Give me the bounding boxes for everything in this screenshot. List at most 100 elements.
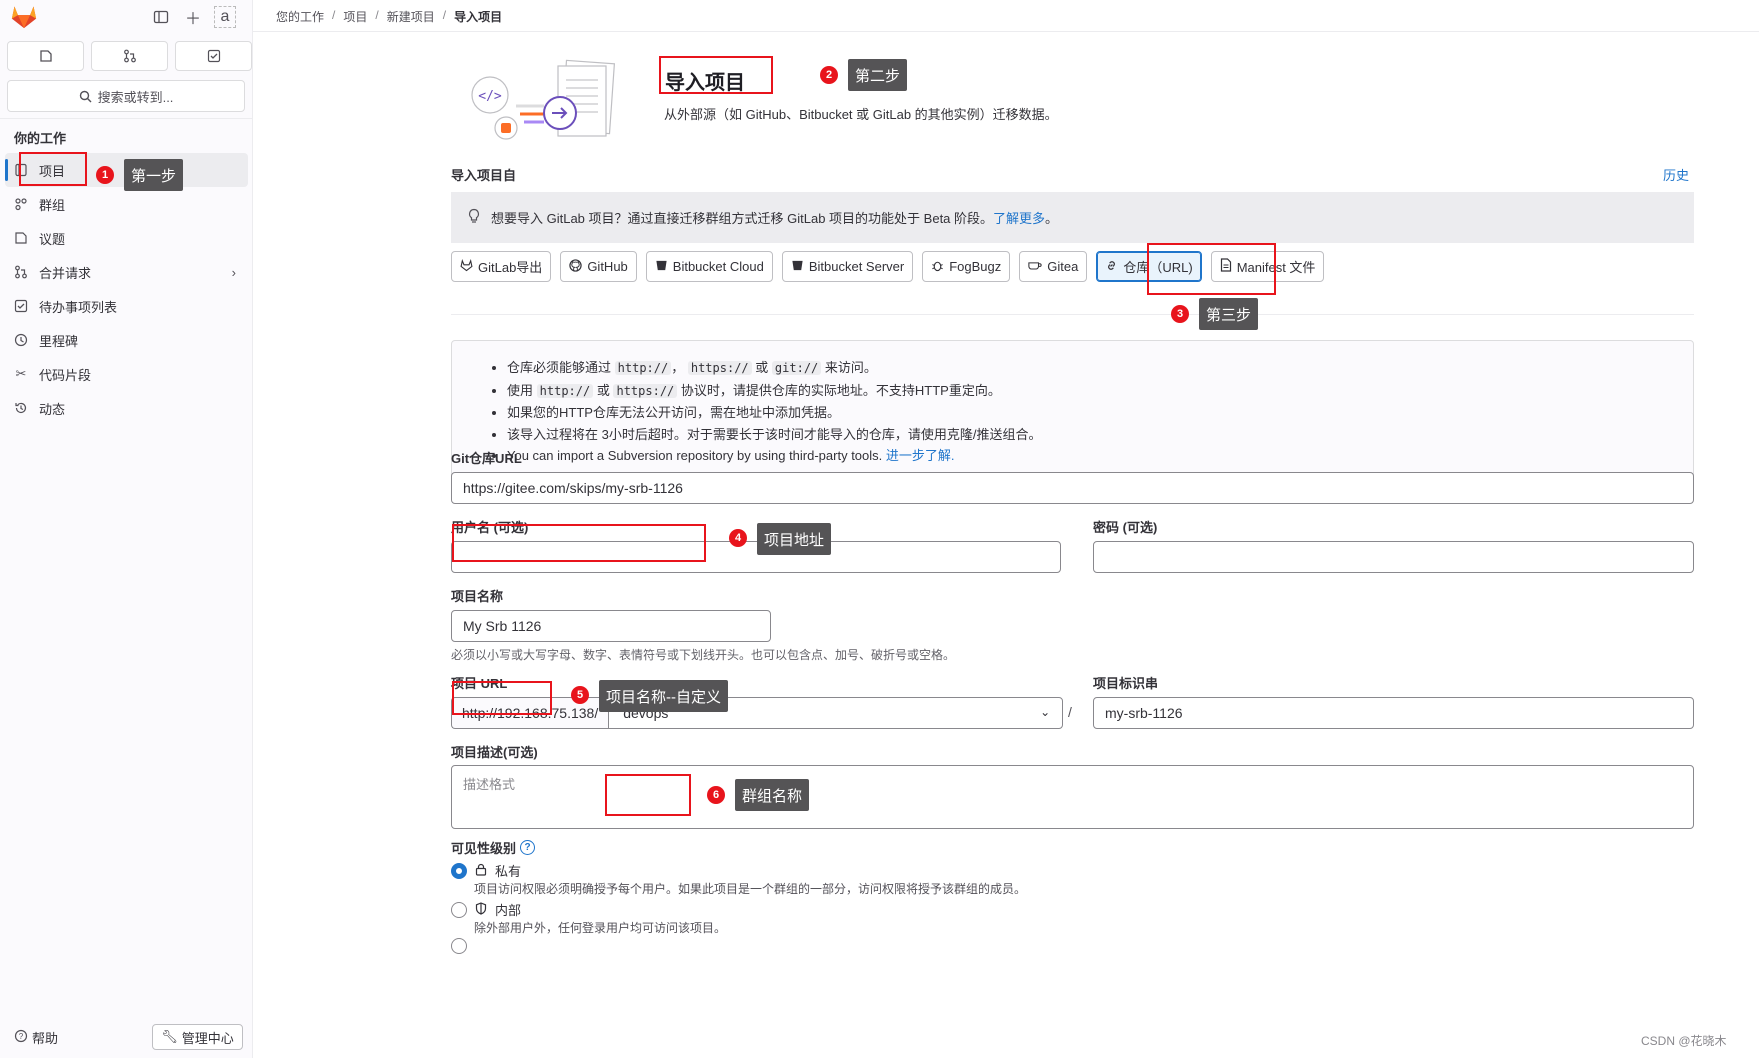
- learn-more-link[interactable]: 了解更多: [993, 211, 1045, 226]
- sidebar-item-milestones[interactable]: 里程碑: [5, 323, 248, 357]
- visibility-private-option[interactable]: 私有: [451, 861, 521, 880]
- merge-request-icon: [123, 49, 136, 63]
- source-label: FogBugz: [949, 259, 1002, 274]
- question-icon[interactable]: ?: [520, 840, 536, 855]
- github-button[interactable]: GitHub: [560, 251, 637, 282]
- clock-icon: [13, 332, 29, 348]
- annotation-badge: 4: [729, 529, 747, 547]
- import-illustration-icon: </>: [471, 59, 616, 140]
- annotation-badge: 5: [571, 686, 589, 704]
- breadcrumb: 您的工作 / 项目 / 新建项目 / 导入项目: [276, 8, 502, 25]
- radio-button[interactable]: [451, 901, 467, 918]
- visibility-public-option-partial[interactable]: [451, 938, 467, 954]
- assigned-issues-button[interactable]: [7, 41, 84, 71]
- radio-button[interactable]: [451, 938, 467, 954]
- bitbucket-cloud-button[interactable]: Bitbucket Cloud: [645, 251, 773, 282]
- breadcrumb-item[interactable]: 新建项目: [387, 8, 435, 25]
- scissors-icon: ✂: [15, 366, 27, 381]
- annotation-badge: 1: [96, 166, 114, 184]
- github-icon: [569, 258, 582, 275]
- annotation-callout: 项目名称--自定义: [599, 680, 728, 712]
- sidebar-item-issues[interactable]: 议题: [5, 221, 248, 255]
- gitlab-logo-icon[interactable]: [10, 3, 38, 29]
- search-label: 搜索或转到...: [97, 89, 174, 105]
- visibility-heading: 可见性级别 ?: [451, 838, 536, 857]
- info-item: 如果您的HTTP仓库无法公开访问，需在地址中添加凭据。: [507, 402, 1677, 424]
- issues-icon: [13, 230, 29, 246]
- bug-icon: [931, 259, 944, 275]
- annotation-badge: 2: [820, 66, 838, 84]
- sidebar-item-label: 代码片段: [39, 367, 92, 383]
- sidebar-item-todos[interactable]: 待办事项列表: [5, 289, 248, 323]
- sidebar-item-snippets[interactable]: ✂ 代码片段: [5, 357, 248, 391]
- sidebar-item-merge-requests[interactable]: 合并请求 ›: [5, 255, 248, 289]
- sidebar-item-label: 动态: [39, 401, 66, 417]
- link-icon: [1105, 259, 1118, 275]
- toggle-sidebar-icon[interactable]: [150, 6, 172, 28]
- annotation-box-project-name: [452, 681, 552, 715]
- bitbucket-server-button[interactable]: Bitbucket Server: [781, 251, 914, 282]
- visibility-internal-option[interactable]: 内部: [451, 900, 521, 919]
- fogbugz-button[interactable]: FogBugz: [922, 251, 1011, 282]
- password-input[interactable]: [1093, 541, 1694, 573]
- lightbulb-icon: [467, 208, 481, 227]
- beta-alert-text: 想要导入 GitLab 项目？通过直接迁移群组方式迁移 GitLab 项目的功能…: [491, 211, 994, 226]
- avatar[interactable]: a: [214, 6, 236, 28]
- radio-button-selected[interactable]: [451, 862, 467, 879]
- source-label: Bitbucket Cloud: [672, 259, 764, 274]
- sidebar-header: ＋ a: [0, 0, 253, 32]
- breadcrumb-item[interactable]: 您的工作: [276, 8, 324, 25]
- sidebar-section-title: 你的工作: [14, 131, 67, 146]
- learn-more-link[interactable]: 进一步了解.: [886, 448, 955, 463]
- source-label: Bitbucket Server: [808, 259, 905, 274]
- project-slug-label: 项目标识串: [1093, 676, 1159, 691]
- page-description: 从外部源（如 GitHub、Bitbucket 或 GitLab 的其他实例）迁…: [664, 107, 1058, 122]
- gitea-button[interactable]: Gitea: [1019, 251, 1088, 282]
- history-icon: [13, 400, 29, 416]
- annotation-box-namespace: [605, 774, 691, 816]
- create-new-icon[interactable]: ＋: [182, 6, 204, 28]
- svg-text:?: ?: [19, 1032, 24, 1041]
- breadcrumb-item[interactable]: 项目: [343, 8, 367, 25]
- annotation-box-title: [659, 56, 773, 94]
- todo-list-button[interactable]: [175, 41, 252, 71]
- merge-request-icon: [13, 264, 29, 280]
- gitea-icon: [1028, 259, 1042, 275]
- shield-icon: [475, 901, 487, 918]
- git-url-input[interactable]: https://gitee.com/skips/my-srb-1126: [451, 472, 1694, 504]
- project-slug-input[interactable]: my-srb-1126: [1093, 697, 1694, 729]
- sidebar-item-activity[interactable]: 动态: [5, 391, 248, 425]
- history-link[interactable]: 历史: [1663, 165, 1689, 184]
- sidebar-footer: ? 帮助 🔧︎ 管理中心: [0, 1020, 253, 1058]
- todo-icon: [13, 298, 29, 314]
- git-url-label: Git仓库URL: [451, 451, 522, 466]
- breadcrumb-separator: /: [332, 8, 336, 22]
- info-item: 使用 http:// 或 https:// 协议时，请提供仓库的实际地址。不支持…: [507, 380, 1677, 403]
- sidebar-item-label: 合并请求: [39, 265, 92, 281]
- project-name-label: 项目名称: [451, 589, 504, 604]
- sidebar-divider: [0, 118, 253, 119]
- svg-text:</>: </>: [478, 89, 502, 104]
- annotation-callout: 第二步: [848, 59, 908, 91]
- admin-area-button[interactable]: 🔧︎ 管理中心: [152, 1024, 243, 1050]
- merge-requests-button[interactable]: [91, 41, 168, 71]
- top-bar: 您的工作 / 项目 / 新建项目 / 导入项目: [253, 0, 1759, 32]
- bitbucket-icon: [791, 259, 804, 275]
- breadcrumb-item-current[interactable]: 导入项目: [454, 8, 502, 25]
- source-label: GitHub: [587, 259, 628, 274]
- issues-icon: [39, 50, 52, 62]
- sidebar-item-label: 里程碑: [39, 333, 79, 349]
- gitlab-export-button[interactable]: GitLab导出: [451, 251, 552, 282]
- url-slash: /: [1068, 704, 1072, 720]
- annotation-callout: 第三步: [1199, 298, 1259, 330]
- chevron-right-icon: ›: [231, 264, 236, 280]
- password-label: 密码 (可选): [1093, 520, 1158, 535]
- help-button[interactable]: ? 帮助: [14, 1028, 58, 1047]
- search-button[interactable]: 搜索或转到...: [7, 80, 245, 112]
- search-icon: [79, 90, 92, 102]
- project-name-input[interactable]: My Srb 1126: [451, 610, 771, 642]
- beta-alert-end: 。: [1045, 211, 1059, 226]
- sidebar-item-groups[interactable]: 群组: [5, 187, 248, 221]
- admin-label: 管理中心: [181, 1030, 234, 1046]
- visibility-option-description: 项目访问权限必须明确授予每个用户。如果此项目是一个群组的一部分，访问权限将授予该…: [474, 882, 1027, 896]
